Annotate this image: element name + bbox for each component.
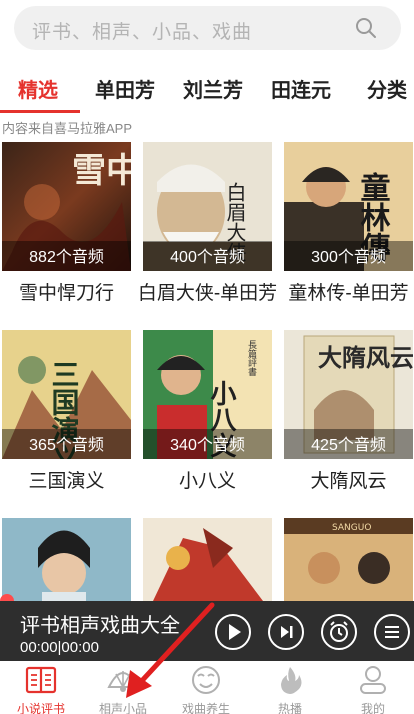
tab-shan-tianfang[interactable]: 单田芳 <box>95 74 155 103</box>
album-cover: 小八义 長篇評書 340个音频 <box>143 330 272 459</box>
content-source-note: 内容来自喜马拉雅APP <box>2 121 133 136</box>
tab-liu-lanfang[interactable]: 刘兰芳 <box>183 74 243 103</box>
nav-novel-storytelling[interactable]: 小说评书 <box>0 661 82 714</box>
audio-count: 882个音频 <box>29 249 104 266</box>
album-title: 白眉大侠-单田芳 <box>137 283 278 304</box>
nav-mine[interactable]: 我的 <box>332 661 414 714</box>
fan-icon <box>107 671 139 692</box>
search-icon[interactable] <box>355 17 377 39</box>
tab-categories[interactable]: 分类 <box>367 74 407 103</box>
menu-list-icon <box>385 626 399 638</box>
album-title: 雪中悍刀行 <box>18 283 114 304</box>
skip-next-icon <box>281 626 293 638</box>
cover-tag-text: 長篇評書 <box>246 340 257 377</box>
play-button[interactable] <box>215 614 251 650</box>
user-icon <box>360 666 386 694</box>
album-cover: 童林傳 300个音频 <box>284 142 413 271</box>
nav-label: 我的 <box>360 702 385 714</box>
album-title: 小八义 <box>178 471 236 492</box>
audio-count: 340个音频 <box>170 437 245 454</box>
album-title: 童林传-单田芳 <box>288 283 409 304</box>
cover-art-text: 大隋风云 <box>318 343 413 372</box>
search-bar[interactable]: 评书、相声、小品、戏曲 <box>14 6 401 50</box>
flame-icon <box>281 667 302 694</box>
audio-count: 425个音频 <box>311 437 386 454</box>
album-cover <box>2 518 131 601</box>
tab-featured[interactable]: 精选 <box>18 74 58 103</box>
album-cover: 白眉大侠 400个音频 <box>143 142 272 271</box>
category-tabs: 精选 单田芳 刘兰芳 田连元 分类 <box>0 62 414 110</box>
play-icon <box>229 624 241 640</box>
audio-count: 365个音频 <box>29 437 104 454</box>
nav-label: 小说评书 <box>16 702 65 714</box>
opera-mask-icon <box>192 666 220 694</box>
book-icon <box>25 666 57 694</box>
album-cover: 雪中悍刀行 882个音频 <box>2 142 131 271</box>
bottom-navigation: 小说评书 相声小品 戏曲养生 热播 我的 <box>0 661 414 714</box>
active-tab-indicator <box>0 110 80 113</box>
playlist-button[interactable] <box>374 614 410 650</box>
cover-art-text: SANGUO <box>332 523 371 533</box>
alarm-clock-icon <box>330 621 348 642</box>
tab-tian-lianyuan[interactable]: 田连元 <box>271 74 331 103</box>
nav-label: 热播 <box>277 702 302 714</box>
nav-label: 相声小品 <box>98 702 147 714</box>
mini-player[interactable]: 评书相声戏曲大全 00:00|00:00 <box>0 601 414 661</box>
nav-crosstalk-skits[interactable]: 相声小品 <box>82 661 164 714</box>
album-title: 三国演义 <box>28 471 105 492</box>
audio-count: 400个音频 <box>170 249 245 266</box>
timer-button[interactable] <box>321 614 357 650</box>
cover-art-text: 雪中悍刀行 <box>72 151 131 191</box>
album-title: 大隋风云 <box>310 471 387 492</box>
album-cover: 三国演义 365个音频 <box>2 330 131 459</box>
player-time: 00:00|00:00 <box>20 639 99 656</box>
album-cover: 大隋风云 425个音频 <box>284 330 413 459</box>
nav-trending[interactable]: 热播 <box>249 661 331 714</box>
player-title: 评书相声戏曲大全 <box>20 615 180 637</box>
search-placeholder: 评书、相声、小品、戏曲 <box>32 22 253 43</box>
nav-opera-wellness[interactable]: 戏曲养生 <box>165 661 247 714</box>
album-cover <box>143 518 272 601</box>
audio-count: 300个音频 <box>311 249 386 266</box>
next-button[interactable] <box>268 614 304 650</box>
nav-label: 戏曲养生 <box>181 702 230 714</box>
album-cover: SANGUO <box>284 518 413 601</box>
